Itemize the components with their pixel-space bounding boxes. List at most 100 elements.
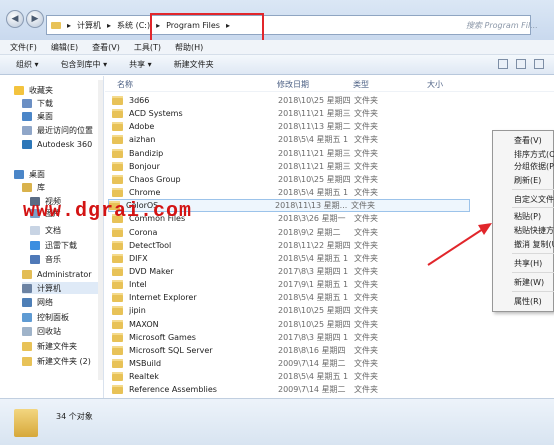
context-menu-item[interactable]: 新建(W) bbox=[514, 277, 554, 288]
folder-icon bbox=[112, 109, 123, 119]
context-menu-item[interactable]: 粘贴(P) bbox=[514, 211, 554, 222]
desktop-icon bbox=[22, 111, 32, 121]
table-row[interactable]: Realtek 2018\5\4 星期五 1 文件夹 bbox=[112, 370, 552, 383]
file-name: jipin bbox=[129, 306, 146, 316]
star-icon bbox=[14, 85, 24, 95]
nav-downloads[interactable]: 下载 bbox=[22, 97, 53, 109]
nav-recycle-bin[interactable]: 回收站 bbox=[22, 325, 61, 337]
context-menu-item[interactable]: 自定义文件 bbox=[514, 194, 554, 205]
table-row[interactable]: MSBuild 2009\7\14 星期二 文件夹 bbox=[112, 357, 552, 370]
table-row[interactable]: Chaos Group 2018\10\25 星期四 文件夹 bbox=[112, 173, 552, 186]
file-name: Bonjour bbox=[129, 161, 160, 171]
folder-icon bbox=[112, 306, 123, 316]
table-row[interactable]: 3d66 2018\10\25 星期四 文件夹 bbox=[112, 94, 552, 107]
view-options-icon[interactable] bbox=[498, 59, 508, 69]
folder-icon bbox=[112, 345, 123, 355]
table-row[interactable]: Microsoft SQL Server 2018\8\16 星期四 文件夹 bbox=[112, 344, 552, 357]
menu-help[interactable]: 帮助(H) bbox=[175, 42, 203, 53]
table-row[interactable]: Internet Explorer 2018\5\4 星期五 1 文件夹 bbox=[112, 291, 552, 304]
nav-network[interactable]: 网络 bbox=[22, 296, 53, 308]
table-row[interactable]: ACD Systems 2018\11\21 星期三 文件夹 bbox=[112, 107, 552, 120]
table-row[interactable]: Microsoft Games 2017\8\3 星期四 1 文件夹 bbox=[112, 331, 552, 344]
breadcrumb-item[interactable]: 计算机 bbox=[77, 20, 101, 31]
context-menu-item[interactable]: 粘贴快捷方 bbox=[514, 225, 554, 236]
file-type: 文件夹 bbox=[354, 122, 378, 132]
table-row[interactable]: Bonjour 2018\11\21 星期三 文件夹 bbox=[112, 160, 552, 173]
desktop-icon bbox=[14, 169, 24, 179]
item-count: 34 个对象 bbox=[56, 412, 93, 421]
menu-separator bbox=[512, 207, 554, 208]
nav-computer[interactable]: 计算机 bbox=[22, 282, 102, 294]
organize-button[interactable]: 组织 ▾ bbox=[16, 59, 39, 70]
forward-icon[interactable]: ▶ bbox=[26, 10, 44, 28]
table-row[interactable]: Reference Assemblies 2009\7\14 星期二 文件夹 bbox=[112, 383, 552, 396]
share-button[interactable]: 共享 ▾ bbox=[129, 59, 152, 70]
back-icon[interactable]: ◀ bbox=[6, 10, 24, 28]
folder-icon bbox=[112, 385, 123, 395]
nav-administrator[interactable]: Administrator bbox=[22, 268, 92, 280]
context-menu-item[interactable]: 共享(H) bbox=[514, 258, 554, 269]
table-row[interactable]: Adobe 2018\11\13 星期二 文件夹 bbox=[112, 120, 552, 133]
file-date: 2018\11\13 星期... bbox=[275, 201, 348, 211]
table-row[interactable]: MAXON 2018\10\25 星期四 文件夹 bbox=[112, 318, 552, 331]
menu-edit[interactable]: 编辑(E) bbox=[51, 42, 78, 53]
table-row[interactable]: Bandizip 2018\11\21 星期三 文件夹 bbox=[112, 147, 552, 160]
nav-control-panel[interactable]: 控制面板 bbox=[22, 311, 69, 323]
preview-pane-icon[interactable] bbox=[516, 59, 526, 69]
file-type: 文件夹 bbox=[354, 319, 378, 329]
documents-icon bbox=[30, 225, 40, 235]
file-type: 文件夹 bbox=[354, 253, 378, 263]
context-menu-item[interactable]: 分组依据(P) bbox=[514, 161, 554, 172]
help-icon[interactable] bbox=[534, 59, 544, 69]
breadcrumb-item[interactable]: 系统 (C:) bbox=[117, 20, 150, 31]
file-date: 2018\9\2 星期二 bbox=[278, 227, 341, 237]
control-panel-icon bbox=[22, 312, 32, 322]
column-name[interactable]: 名称 bbox=[117, 79, 133, 90]
file-date: 2018\5\4 星期五 1 bbox=[278, 135, 349, 145]
search-input[interactable]: 搜索 Program Fil... bbox=[466, 20, 552, 38]
nav-new-folder-2[interactable]: 新建文件夹 (2) bbox=[22, 355, 91, 367]
menu-tools[interactable]: 工具(T) bbox=[134, 42, 161, 53]
file-date: 2018\10\25 星期四 bbox=[278, 319, 351, 329]
context-menu-item[interactable]: 刷新(E) bbox=[514, 175, 554, 186]
include-in-library-button[interactable]: 包含到库中 ▾ bbox=[61, 59, 108, 70]
context-menu-item[interactable]: 撤消 复制(U bbox=[514, 239, 554, 250]
nav-new-folder[interactable]: 新建文件夹 bbox=[22, 340, 77, 352]
nav-desktop[interactable]: 桌面 bbox=[22, 110, 53, 122]
column-size[interactable]: 大小 bbox=[427, 79, 443, 90]
nav-libraries[interactable]: 库 bbox=[22, 181, 45, 193]
command-bar: 组织 ▾ 包含到库中 ▾ 共享 ▾ 新建文件夹 bbox=[0, 55, 554, 75]
file-date: 2018\11\21 星期三 bbox=[278, 161, 351, 171]
file-date: 2017\9\1 星期五 1 bbox=[278, 280, 349, 290]
file-type: 文件夹 bbox=[354, 96, 378, 105]
navigation-pane: 收藏夹 下载 桌面 最近访问的位置 Autodesk 360 桌面 库 视频 图… bbox=[0, 76, 104, 398]
nav-desktop-root[interactable]: 桌面 bbox=[14, 168, 45, 180]
file-type: 文件夹 bbox=[354, 109, 378, 119]
column-type[interactable]: 类型 bbox=[353, 79, 369, 90]
nav-documents[interactable]: 文档 bbox=[30, 224, 61, 236]
new-folder-button[interactable]: 新建文件夹 bbox=[174, 59, 214, 70]
nav-music[interactable]: 音乐 bbox=[30, 253, 61, 265]
nav-favorites[interactable]: 收藏夹 bbox=[14, 84, 53, 96]
file-type: 文件夹 bbox=[354, 174, 378, 184]
file-date: 2009\7\14 星期二 bbox=[278, 359, 346, 368]
table-row[interactable]: aizhan 2018\5\4 星期五 1 文件夹 bbox=[112, 133, 552, 146]
nav-autodesk[interactable]: Autodesk 360 bbox=[22, 138, 92, 150]
table-row[interactable]: jipin 2018\10\25 星期四 文件夹 bbox=[112, 304, 552, 317]
nav-xunlei[interactable]: 迅雷下载 bbox=[30, 239, 77, 251]
network-icon bbox=[22, 297, 32, 307]
file-name: Adobe bbox=[129, 122, 155, 132]
context-menu-item[interactable]: 查看(V) bbox=[514, 135, 554, 146]
context-menu-item[interactable]: 属性(R) bbox=[514, 296, 554, 307]
nav-scrollbar[interactable] bbox=[98, 80, 103, 380]
breadcrumb[interactable]: ▸ 计算机 ▸ 系统 (C:) ▸ Program Files ▸ bbox=[46, 15, 531, 35]
table-row[interactable]: Intel 2017\9\1 星期五 1 文件夹 bbox=[112, 278, 552, 291]
menu-view[interactable]: 查看(V) bbox=[92, 42, 120, 53]
column-date[interactable]: 修改日期 bbox=[277, 79, 309, 90]
nav-recent[interactable]: 最近访问的位置 bbox=[22, 124, 93, 136]
computer-icon bbox=[22, 283, 32, 293]
table-row[interactable]: Chrome 2018\5\4 星期五 1 文件夹 bbox=[112, 186, 552, 199]
menu-file[interactable]: 文件(F) bbox=[10, 42, 37, 53]
context-menu-item[interactable]: 排序方式(O) bbox=[514, 149, 554, 160]
folder-icon bbox=[112, 188, 123, 198]
